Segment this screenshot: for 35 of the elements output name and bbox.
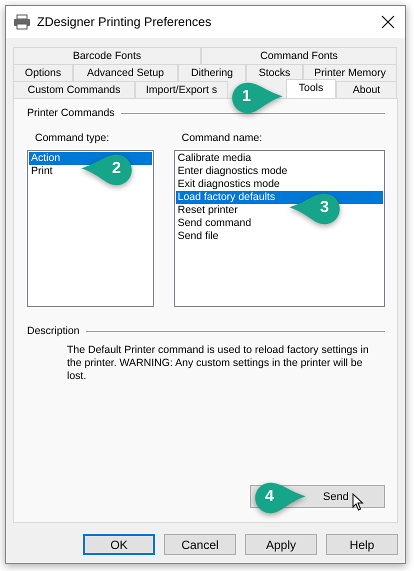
close-icon[interactable]	[381, 15, 395, 29]
dialog-button[interactable]: OK	[83, 534, 155, 555]
tab[interactable]: Stocks	[246, 64, 303, 81]
tab[interactable]: Import/Export s	[135, 81, 228, 98]
tab[interactable]: About	[336, 81, 397, 98]
tab[interactable]: Options	[13, 64, 73, 81]
tab[interactable]: Printer Memory	[303, 64, 397, 81]
tab[interactable]: Custom Commands	[13, 81, 135, 98]
list-item[interactable]: Reset printer	[176, 204, 240, 217]
list-item[interactable]: Calibrate media	[176, 152, 254, 165]
description-text: The Default Printer command is used to reload factory settings in the printer. WARNING: Any custom settings in the printer will be lost.	[67, 344, 370, 383]
mouse-cursor-icon	[352, 493, 364, 511]
list-label: Command name:	[180, 132, 264, 144]
list-label: Command type:	[34, 132, 110, 144]
group-title: Printer Commands	[27, 107, 115, 119]
window-title: ZDesigner Printing Preferences	[37, 15, 212, 29]
tab[interactable]: Advanced Setup	[73, 64, 178, 81]
dialog-button[interactable]: Cancel	[164, 534, 236, 555]
tab[interactable]: Barcode Fonts	[13, 47, 201, 64]
list-item[interactable]: Send file	[176, 230, 220, 243]
list-item[interactable]: Send command	[176, 217, 254, 230]
list-item[interactable]: Print	[29, 165, 55, 178]
list-item[interactable]: Exit diagnostics mode	[176, 178, 282, 191]
step-callout: 2	[80, 154, 134, 186]
group-title: Description	[27, 325, 80, 337]
tab[interactable]: Dithering	[178, 64, 246, 81]
step-callout: 4	[253, 482, 307, 514]
dialog-button[interactable]: Apply	[245, 534, 317, 555]
step-callout: 1	[230, 82, 284, 114]
tab[interactable]: Command Fonts	[201, 47, 397, 64]
dialog-button[interactable]: Help	[326, 534, 398, 555]
tab[interactable]: Tools	[286, 79, 336, 98]
printer-icon	[13, 14, 31, 30]
step-callout: 3	[288, 193, 342, 225]
list-item[interactable]: Enter diagnostics mode	[176, 165, 290, 178]
